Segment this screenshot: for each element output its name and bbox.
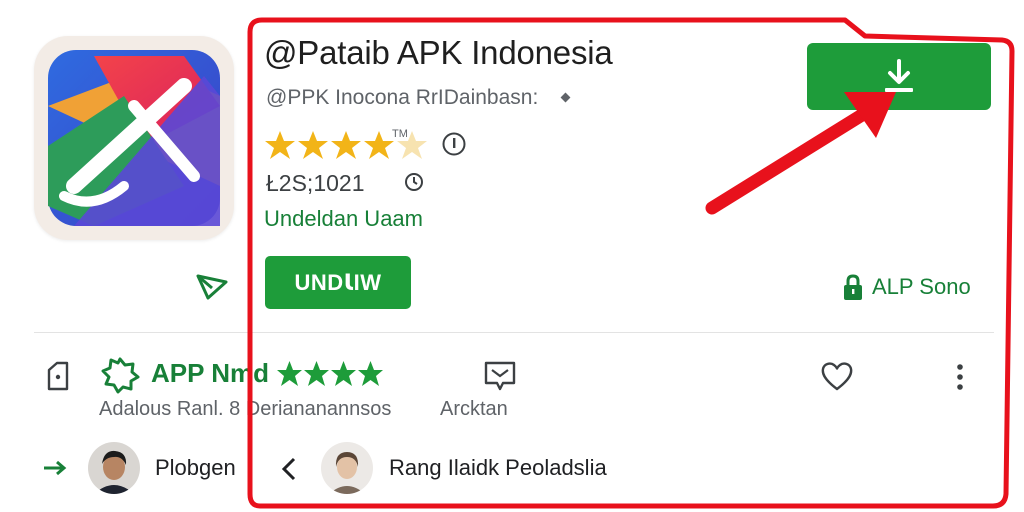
star-icon xyxy=(298,131,328,159)
star-icon xyxy=(358,361,383,386)
rating-superscript: TM xyxy=(392,128,408,140)
arrow-right-icon[interactable] xyxy=(42,458,68,478)
app-title: @Pataib APK Indonesia xyxy=(264,34,613,71)
download-icon xyxy=(885,58,913,92)
message-label[interactable]: Arcktan xyxy=(440,398,508,421)
send-icon[interactable] xyxy=(194,268,230,304)
star-icon xyxy=(277,361,302,386)
avatar[interactable] xyxy=(321,442,373,494)
award-title: APP Nmd xyxy=(151,358,269,388)
clock-icon xyxy=(402,170,426,194)
install-button[interactable]: UNDꙆIW xyxy=(265,256,411,309)
security-label: ALP Sono xyxy=(872,274,971,299)
star-icon xyxy=(265,131,295,159)
award-description: Adalous Ranl. 8 Deriananannsos xyxy=(99,398,392,420)
more-vert-icon[interactable] xyxy=(951,362,969,392)
info-icon[interactable] xyxy=(441,131,467,157)
verified-icon xyxy=(560,92,571,103)
category-link[interactable]: Undeldan Uaam xyxy=(264,206,423,232)
star-icon xyxy=(364,131,394,159)
app-icon xyxy=(34,36,234,240)
star-icon xyxy=(304,361,329,386)
star-icon xyxy=(331,131,361,159)
section-divider xyxy=(34,332,994,333)
award-stars xyxy=(276,360,384,387)
security-badge[interactable]: ALP Sono xyxy=(842,272,971,302)
tag-icon[interactable] xyxy=(45,360,71,392)
star-icon xyxy=(331,361,356,386)
message-icon[interactable] xyxy=(483,360,517,392)
download-count: Ł2S;1021 xyxy=(266,170,365,196)
reviewer-name: Rang Ilaidk Peoladslia xyxy=(389,455,607,480)
avatar[interactable] xyxy=(88,442,140,494)
chevron-left-icon[interactable] xyxy=(279,456,299,482)
award-icon xyxy=(100,356,140,394)
developer-name[interactable]: @PPK Inocona RrIDainbasn: xyxy=(266,86,538,110)
download-button[interactable] xyxy=(807,43,991,110)
heart-icon[interactable] xyxy=(820,360,854,392)
reviewer-name: Plobgen xyxy=(155,455,236,480)
lock-icon xyxy=(844,274,862,300)
